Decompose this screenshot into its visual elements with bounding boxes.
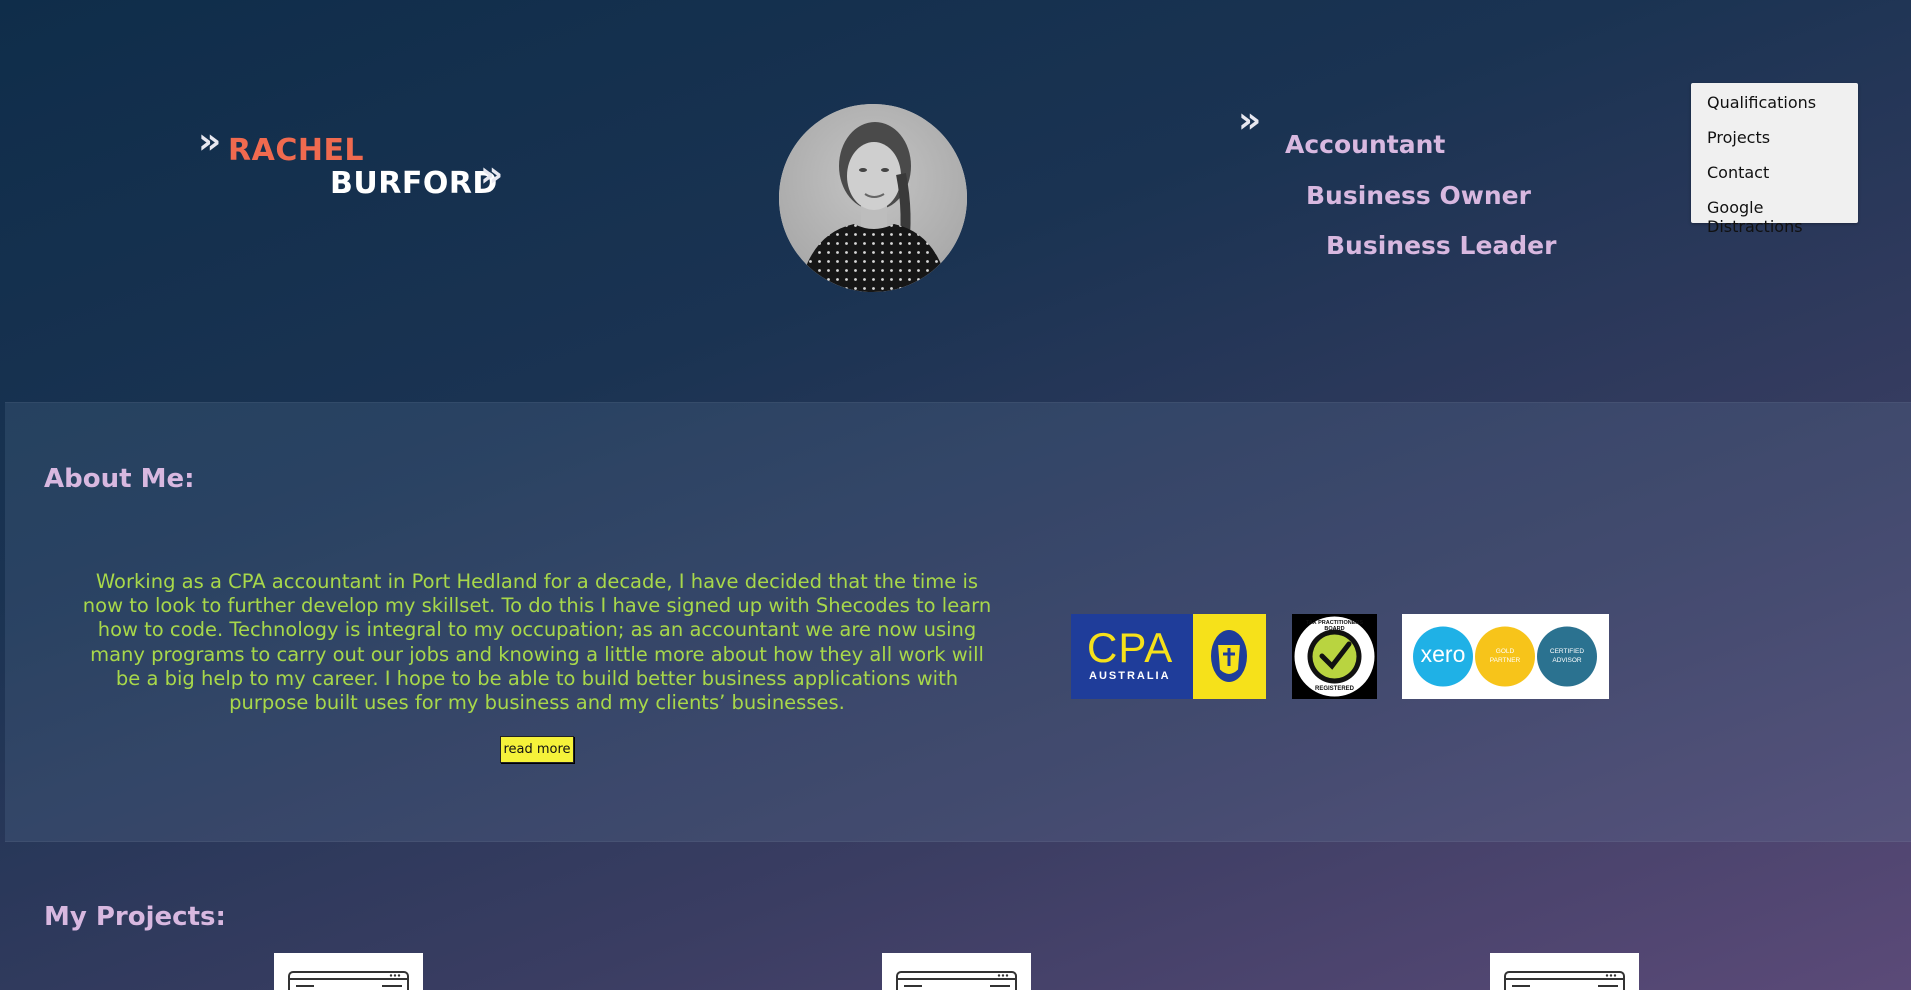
xero-cert-text-1: CERTIFIED [1549, 648, 1585, 655]
name-first: RACHEL [228, 133, 365, 168]
browser-window-icon [288, 971, 409, 990]
browser-window-icon [1504, 971, 1625, 990]
xero-logo-text: xero [1420, 641, 1466, 667]
browser-window-icon [896, 971, 1017, 990]
nav-item-projects[interactable]: Projects [1707, 128, 1770, 147]
xero-cert-text-2: ADVISOR [1552, 657, 1582, 664]
tpb-logo-top: TAX PRACTITIONERS BOARD [1305, 620, 1364, 632]
role-business-owner: Business Owner [1306, 181, 1531, 210]
project-card[interactable] [274, 953, 423, 990]
cpa-logo-sub: AUSTRALIA [1089, 670, 1171, 682]
xero-gold-text-1: GOLD [1495, 648, 1515, 655]
read-more-button[interactable]: read more [500, 736, 574, 763]
project-card[interactable] [1490, 953, 1639, 990]
role-business-leader: Business Leader [1326, 231, 1557, 260]
chevron-icon: » [480, 154, 504, 195]
profile-photo [779, 104, 967, 292]
nav-item-google-distractions[interactable]: Google Distractions [1707, 198, 1858, 236]
nav-menu: Qualifications Projects Contact Google D… [1691, 83, 1858, 236]
about-heading: About Me: [44, 464, 195, 494]
nav-item-qualifications[interactable]: Qualifications [1707, 93, 1816, 112]
cpa-australia-logo: CPA AUSTRALIA [1071, 614, 1266, 699]
xero-partner-logo: xero GOLD PARTNER CERTIFIED ADVISOR [1402, 614, 1609, 699]
projects-heading: My Projects: [44, 902, 226, 932]
cpa-logo-main: CPA [1087, 624, 1174, 671]
tax-practitioners-board-logo: TAX PRACTITIONERS BOARD REGISTERED [1292, 614, 1377, 699]
tpb-logo-bottom: REGISTERED [1314, 686, 1354, 692]
chevron-icon: » [198, 121, 222, 162]
project-card[interactable] [882, 953, 1031, 990]
xero-gold-text-2: PARTNER [1489, 657, 1521, 664]
avatar [779, 104, 967, 292]
about-text: Working as a CPA accountant in Port Hedl… [82, 570, 992, 715]
nav-item-contact[interactable]: Contact [1707, 163, 1769, 182]
chevron-icon: » [1238, 100, 1262, 141]
name-last: BURFORD [330, 166, 498, 201]
role-accountant: Accountant [1285, 130, 1446, 159]
